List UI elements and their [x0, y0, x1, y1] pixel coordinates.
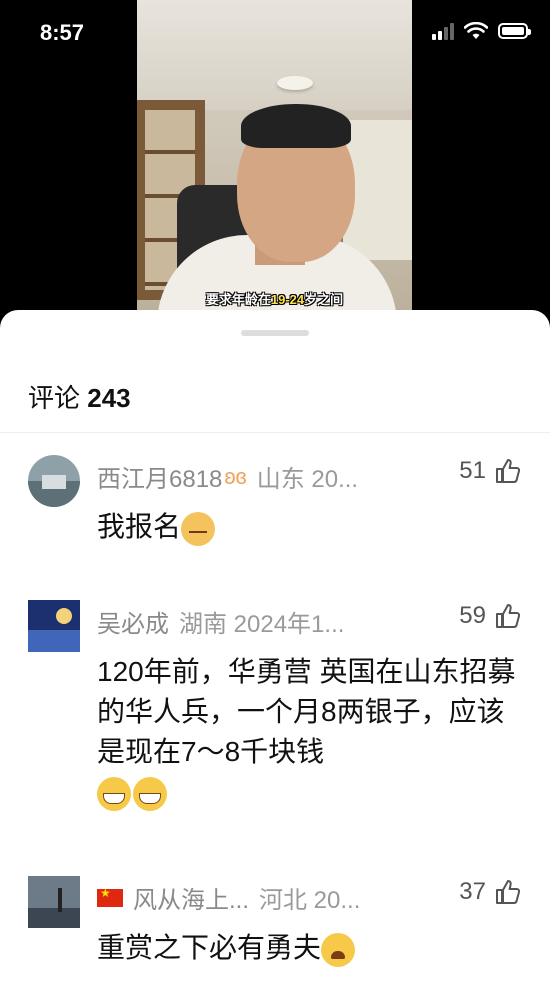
like-button[interactable]: 37	[459, 878, 522, 906]
grin-emoji	[97, 776, 131, 811]
comment-location-date: 湖南 2024年1...	[179, 611, 345, 638]
person-hair	[241, 104, 351, 148]
comment-location-date: 山东 20...	[256, 466, 359, 493]
thumbs-up-icon	[496, 880, 521, 904]
comment-text-content: 120年前，华勇营 英国在山东招募的华人兵，一个月8两银子，应该是现在7～8千块…	[97, 656, 516, 767]
status-time: 8:57	[40, 20, 85, 45]
like-button[interactable]: 59	[459, 602, 522, 630]
comments-sheet: 评论 243 西江月6818 ʚɞ 山东 20... 51 我报名 吴必成 湖南…	[0, 310, 550, 1000]
comments-title-label: 评论	[28, 383, 81, 413]
like-count: 59	[459, 602, 486, 629]
subtitle-highlight: 19-24	[270, 292, 305, 307]
comment-meta: 风从海上... 河北 20...	[97, 880, 440, 915]
china-flag-icon	[97, 886, 123, 907]
ceiling-lamp	[277, 76, 313, 90]
commenter-name[interactable]: 风从海上...	[133, 880, 249, 915]
comment-meta: 吴必成 湖南 2024年1...	[97, 604, 440, 639]
avatar[interactable]	[28, 455, 80, 507]
commenter-name[interactable]: 西江月6818	[97, 459, 222, 494]
title-divider	[0, 432, 550, 433]
wifi-icon	[464, 22, 488, 39]
status-bar: 8:57	[0, 0, 550, 66]
thumbs-up-icon	[496, 604, 521, 628]
like-button[interactable]: 51	[459, 457, 522, 485]
thumbs-up-icon	[496, 459, 521, 483]
comment-text-content: 我报名	[97, 511, 182, 542]
like-count: 51	[459, 457, 486, 484]
sheet-drag-handle[interactable]	[241, 330, 309, 336]
comments-title: 评论 243	[28, 378, 131, 415]
crying-laughing-emoji	[321, 932, 356, 967]
battery-icon	[498, 23, 531, 39]
subtitle-prefix: 要求年龄在	[205, 292, 271, 307]
comments-count: 243	[87, 383, 131, 413]
butterfly-badge-icon: ʚɞ	[224, 463, 247, 489]
cat-face-emoji	[181, 511, 216, 546]
comment-location-date: 河北 20...	[259, 887, 361, 914]
video-subtitle: 要求年龄在19-24岁之间	[137, 289, 412, 308]
comment-text: 我报名	[97, 507, 527, 547]
subtitle-suffix: 岁之间	[304, 292, 344, 307]
comment-text-content: 重赏之下必有勇夫	[97, 932, 322, 963]
avatar[interactable]	[28, 600, 80, 652]
avatar[interactable]	[28, 876, 80, 928]
comment-meta: 西江月6818 ʚɞ 山东 20...	[97, 459, 440, 494]
commenter-name[interactable]: 吴必成	[97, 604, 169, 639]
cellular-signal-icon	[432, 22, 454, 40]
grin-emoji	[133, 776, 167, 811]
status-icons	[432, 22, 531, 40]
comment-text: 重赏之下必有勇夫	[97, 928, 527, 968]
comment-text: 120年前，华勇营 英国在山东招募的华人兵，一个月8两银子，应该是现在7～8千块…	[97, 652, 527, 812]
like-count: 37	[459, 878, 486, 905]
